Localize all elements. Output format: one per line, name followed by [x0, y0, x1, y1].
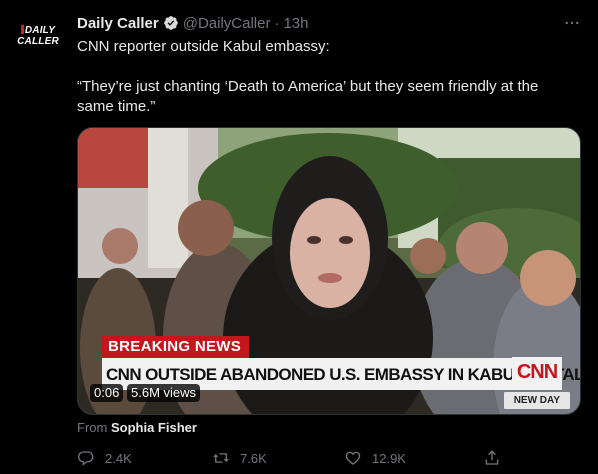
show-tag: NEW DAY [503, 392, 570, 409]
retweet-button[interactable]: 7.6K [212, 449, 267, 467]
author-name[interactable]: Daily Caller [77, 15, 159, 32]
author-handle[interactable]: @DailyCaller [183, 15, 271, 32]
attribution-prefix: From [77, 420, 108, 435]
video-player[interactable]: BREAKING NEWS CNN OUTSIDE ABANDONED U.S.… [77, 127, 581, 415]
tweet-card[interactable]: DAILY CALLER Daily Caller @DailyCaller ·… [0, 0, 598, 474]
logo-flag-mark [20, 25, 24, 34]
heart-icon [345, 451, 361, 465]
more-icon[interactable] [560, 12, 584, 34]
separator-dot: · [274, 14, 280, 32]
action-bar: 2.4K 7.6K 12.9K [77, 448, 507, 468]
avatar-logo-line1: DAILY [24, 25, 56, 36]
retweet-count: 7.6K [240, 450, 267, 466]
avatar-logo-line2: CALLER [17, 36, 59, 47]
tweet-header: Daily Caller @DailyCaller · 13h [77, 12, 584, 34]
reply-button[interactable]: 2.4K [77, 449, 132, 467]
tweet-text-quote: “They’re just chanting ‘Death to America… [77, 78, 539, 115]
breaking-news-label: BREAKING NEWS [102, 336, 250, 358]
video-views: 5.6M views [127, 384, 201, 402]
like-button[interactable]: 12.9K [344, 449, 406, 467]
cnn-logo: CNN [512, 357, 562, 387]
tweet-text: CNN reporter outside Kabul embassy: “The… [77, 37, 577, 117]
media-attribution: From Sophia Fisher [77, 420, 197, 435]
verified-badge-icon [163, 16, 178, 30]
attribution-name[interactable]: Sophia Fisher [111, 420, 197, 435]
share-icon [485, 450, 499, 465]
retweet-icon [213, 453, 229, 463]
share-button[interactable] [483, 449, 511, 467]
reply-icon [78, 451, 94, 466]
tweet-text-line1: CNN reporter outside Kabul embassy: [77, 38, 330, 55]
avatar[interactable]: DAILY CALLER [14, 12, 62, 60]
video-time: 0:06 [90, 384, 124, 402]
timestamp[interactable]: 13h [283, 15, 308, 32]
reply-count: 2.4K [105, 450, 132, 466]
like-count: 12.9K [372, 450, 406, 466]
